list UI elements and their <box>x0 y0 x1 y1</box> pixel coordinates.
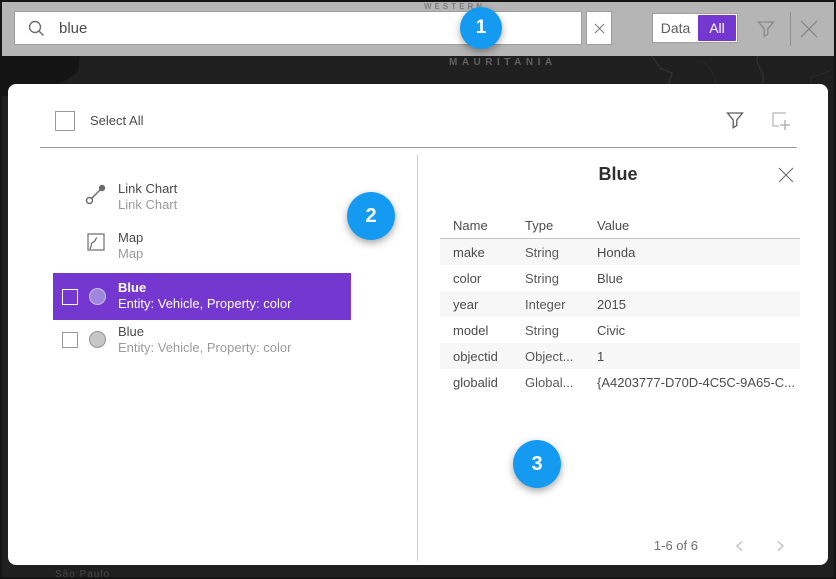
prop-name: year <box>440 297 512 312</box>
search-results-panel: Select All Link Chart Link Chart <box>8 84 828 565</box>
table-row: year Integer 2015 <box>440 291 800 317</box>
search-input[interactable] <box>59 20 581 37</box>
entity-symbol-icon <box>89 331 106 348</box>
callout-badge-2: 2 <box>347 192 395 240</box>
result-item-blue[interactable]: Blue Entity: Vehicle, Property: color <box>53 324 351 368</box>
result-item-link-chart[interactable]: Link Chart Link Chart <box>53 178 351 224</box>
result-item-blue-selected[interactable]: Blue Entity: Vehicle, Property: color <box>53 273 351 320</box>
table-row: make String Honda <box>440 239 800 265</box>
search-toolbar: WESTERN Data All <box>2 2 834 56</box>
result-title: Link Chart <box>118 181 177 197</box>
prop-type: Object... <box>512 349 584 364</box>
close-search-button[interactable] <box>796 16 822 42</box>
table-row: objectid Object... 1 <box>440 343 800 369</box>
clear-search-button[interactable] <box>586 11 612 45</box>
add-selection-button[interactable] <box>768 108 792 132</box>
result-title: Blue <box>118 324 291 340</box>
result-title: Map <box>118 230 143 246</box>
search-icon <box>27 19 45 37</box>
chevron-right-icon <box>773 539 787 553</box>
table-row: model String Civic <box>440 317 800 343</box>
results-filter-button[interactable] <box>724 108 746 132</box>
selection-plus-icon <box>769 109 791 131</box>
prop-type: Integer <box>512 297 584 312</box>
header-divider <box>40 147 797 148</box>
prop-name: make <box>440 245 512 260</box>
detail-title: Blue <box>440 164 796 185</box>
result-checkbox[interactable] <box>62 332 78 348</box>
toolbar-divider <box>790 12 791 46</box>
prop-value: 1 <box>584 349 800 364</box>
clear-x-icon <box>594 23 605 34</box>
select-all-label: Select All <box>90 113 143 128</box>
table-row: globalid Global... {A4203777-D70D-4C5C-9… <box>440 369 800 395</box>
pagination-next-button[interactable] <box>770 536 790 556</box>
column-header: Value <box>584 218 800 233</box>
prop-value: 2015 <box>584 297 800 312</box>
close-icon <box>777 166 795 184</box>
pagination-prev-button[interactable] <box>730 536 750 556</box>
filter-button[interactable] <box>754 17 778 41</box>
prop-name: globalid <box>440 375 512 390</box>
result-checkbox[interactable] <box>62 289 78 305</box>
app-window: MAURITANIA São Paulo WESTERN Data All <box>0 0 836 579</box>
properties-table: Name Type Value make String Honda color … <box>440 212 800 395</box>
result-title: Blue <box>118 280 291 296</box>
prop-value: Blue <box>584 271 800 286</box>
chevron-left-icon <box>733 539 747 553</box>
callout-badge-1: 1 <box>460 7 502 49</box>
column-header: Type <box>512 218 584 233</box>
callout-badge-3: 3 <box>513 440 561 488</box>
result-subtitle: Link Chart <box>118 197 177 213</box>
prop-value: Honda <box>584 245 800 260</box>
scope-option-data[interactable]: Data <box>653 20 698 36</box>
prop-type: String <box>512 271 584 286</box>
column-header: Name <box>440 218 512 233</box>
pagination-label: 1-6 of 6 <box>568 538 698 553</box>
prop-name: model <box>440 323 512 338</box>
result-subtitle: Map <box>118 246 143 262</box>
scope-option-all[interactable]: All <box>698 15 736 41</box>
map-icon <box>87 233 105 251</box>
prop-value: {A4203777-D70D-4C5C-9A65-C... <box>584 375 800 390</box>
prop-type: String <box>512 245 584 260</box>
filter-funnel-icon <box>756 19 776 39</box>
close-icon <box>797 17 821 41</box>
link-chart-icon <box>84 182 108 206</box>
prop-type: Global... <box>512 375 584 390</box>
result-subtitle: Entity: Vehicle, Property: color <box>118 340 291 356</box>
result-subtitle: Entity: Vehicle, Property: color <box>118 296 291 312</box>
search-scope-toggle: Data All <box>652 13 738 43</box>
select-all-checkbox[interactable] <box>55 111 75 131</box>
prop-type: String <box>512 323 584 338</box>
table-row: color String Blue <box>440 265 800 291</box>
prop-name: color <box>440 271 512 286</box>
close-detail-button[interactable] <box>776 165 796 185</box>
result-item-map[interactable]: Map Map <box>53 227 351 269</box>
entity-symbol-icon <box>89 288 106 305</box>
properties-table-header: Name Type Value <box>440 212 800 239</box>
list-detail-divider <box>417 155 418 561</box>
prop-name: objectid <box>440 349 512 364</box>
prop-value: Civic <box>584 323 800 338</box>
filter-funnel-icon <box>725 110 745 131</box>
